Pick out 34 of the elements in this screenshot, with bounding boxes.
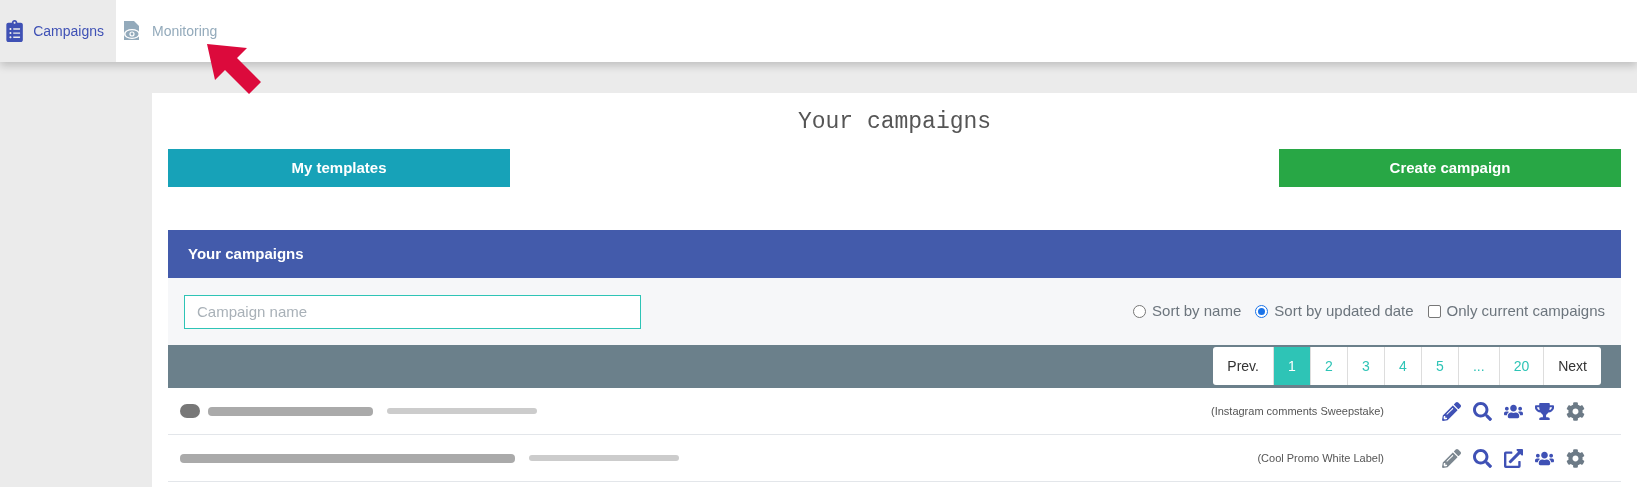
- nav-tab[interactable]: Campaigns: [0, 0, 116, 62]
- page-title: Your campaigns: [796, 108, 993, 137]
- campaign-type: (Cool Promo White Label): [1257, 450, 1384, 466]
- pencil-icon[interactable]: [1442, 401, 1461, 421]
- page-link[interactable]: Next: [1543, 347, 1601, 385]
- campaign-logo-icon: [180, 404, 200, 418]
- search-icon[interactable]: [1473, 448, 1492, 468]
- document-eye-icon: [122, 20, 142, 42]
- page-link[interactable]: 2: [1309, 347, 1347, 385]
- trophy-icon[interactable]: [1535, 401, 1554, 421]
- page-link[interactable]: Prev.: [1213, 347, 1273, 385]
- panel-title: Your campaigns: [188, 243, 304, 264]
- external-link-icon[interactable]: [1504, 448, 1523, 468]
- clipboard-icon: [6, 20, 24, 42]
- page-link[interactable]: 5: [1420, 347, 1458, 385]
- page-link[interactable]: 20: [1498, 347, 1544, 385]
- radio-label: Sort by updated date: [1274, 301, 1414, 322]
- settings-icon[interactable]: [1566, 401, 1585, 421]
- search-icon[interactable]: [1473, 401, 1492, 421]
- page-link[interactable]: 4: [1383, 347, 1421, 385]
- settings-icon[interactable]: [1566, 448, 1585, 468]
- radio-button[interactable]: [1255, 305, 1269, 318]
- page-link[interactable]: ...: [1457, 347, 1499, 385]
- create-button[interactable]: Create campaign: [1279, 149, 1621, 187]
- radio-label: Sort by name: [1152, 301, 1242, 322]
- search-field[interactable]: Campaign name: [184, 294, 641, 329]
- page-link[interactable]: 3: [1346, 347, 1384, 385]
- checkbox[interactable]: [1427, 305, 1441, 318]
- nav-tab[interactable]: Monitoring: [116, 0, 230, 62]
- templates-button[interactable]: My templates: [168, 149, 510, 187]
- campaign-type: (Instagram comments Sweepstake): [1211, 403, 1384, 419]
- radio-button[interactable]: [1133, 305, 1147, 318]
- checkbox-label: Only current campaigns: [1446, 301, 1605, 322]
- page-link[interactable]: 1: [1272, 347, 1310, 385]
